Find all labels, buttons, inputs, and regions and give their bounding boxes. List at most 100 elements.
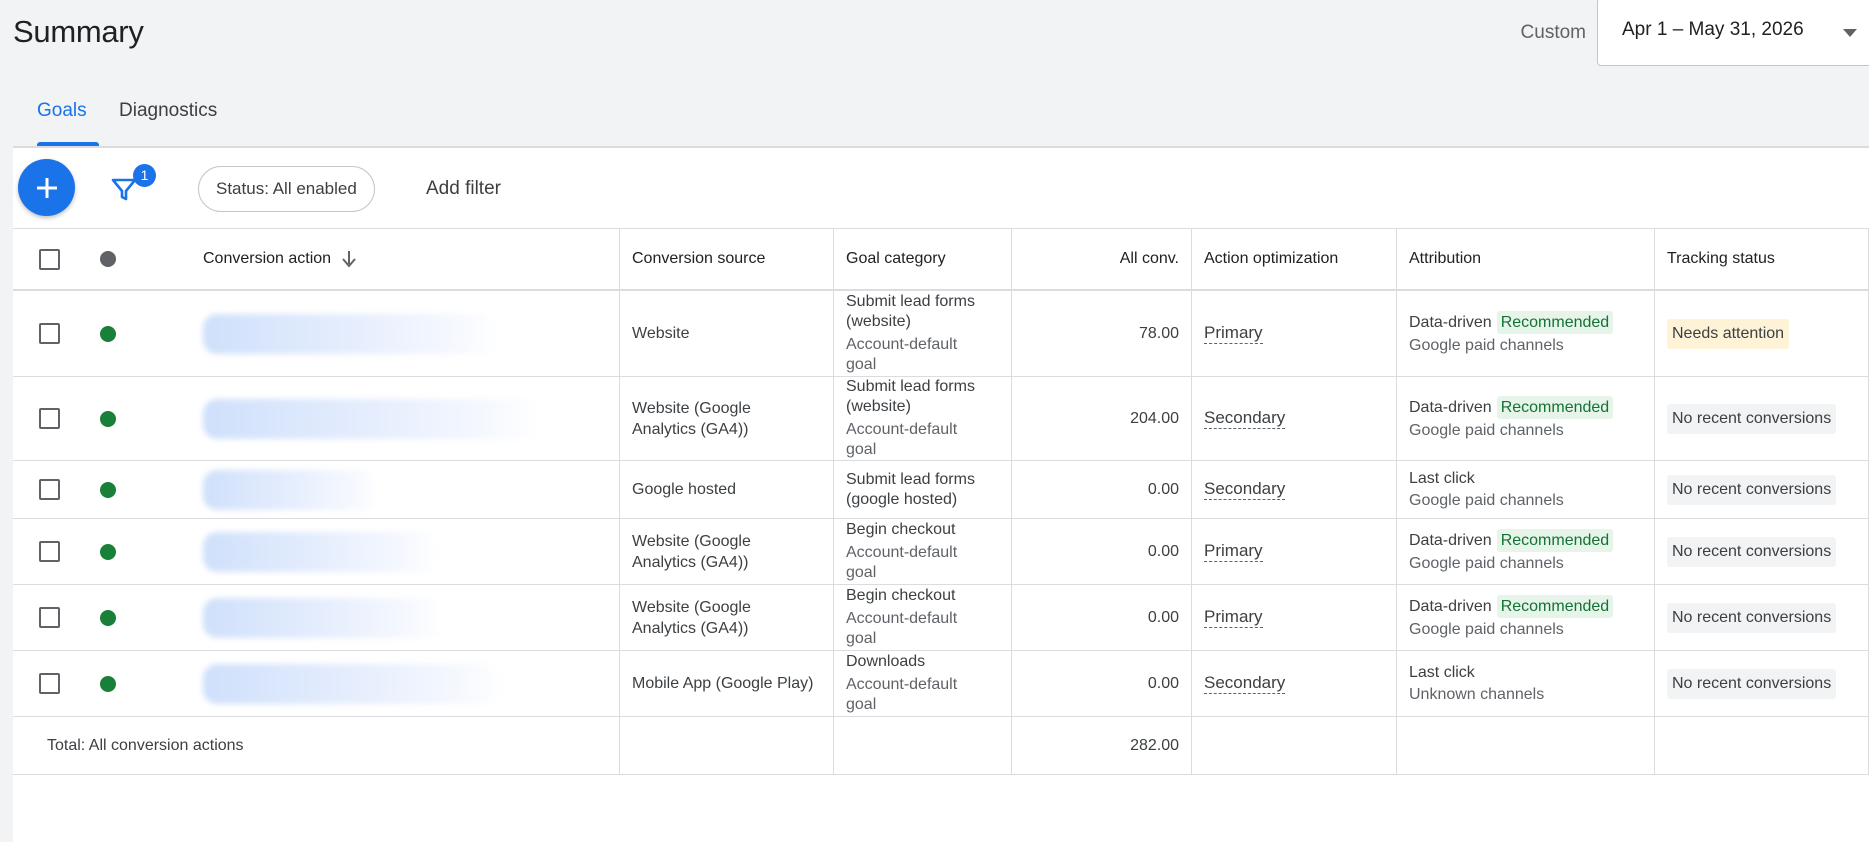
all-conv-cell: 0.00 (1012, 651, 1192, 716)
conversion-source-cell: Website (Google Analytics (GA4)) (620, 519, 834, 584)
optimization-link[interactable]: Primary (1204, 323, 1263, 344)
action-optimization-cell: Secondary (1192, 377, 1397, 460)
tracking-status-badge[interactable]: No recent conversions (1667, 474, 1837, 505)
conversion-source-cell: Website (620, 291, 834, 376)
row-checkbox[interactable] (38, 479, 60, 500)
row-checkbox[interactable] (38, 323, 60, 344)
column-header-conversion-action[interactable]: Conversion action (135, 229, 620, 289)
all-conv-cell: 0.00 (1012, 519, 1192, 584)
table-row[interactable]: Website (Google Analytics (GA4)) Begin che… (13, 519, 1869, 585)
goal-category-text: Begin checkout (846, 521, 956, 538)
caret-down-icon (1843, 29, 1857, 37)
table-row[interactable]: Website Submit lead forms (website) Account… (13, 291, 1869, 377)
goal-default-text: Account-default (846, 421, 958, 438)
column-header-action-optimization[interactable]: Action optimization (1192, 229, 1397, 289)
total-empty-cell (1192, 717, 1397, 774)
attribution-cell: Data-driven Recommended Google paid channe… (1397, 377, 1655, 460)
conversion-source-text: Analytics (GA4)) (632, 553, 749, 571)
table-row[interactable]: Google hosted Submit lead forms (google ho… (13, 461, 1869, 519)
status-filter-chip[interactable]: Status: All enabled (198, 166, 375, 212)
column-header-all-conv[interactable]: All conv. (1012, 229, 1192, 289)
row-select-cell (13, 651, 85, 716)
goal-default-text: goal (846, 441, 877, 458)
attribution-model: Data-driven (1409, 314, 1492, 331)
optimization-link[interactable]: Secondary (1204, 673, 1286, 694)
conversion-source-text: Website (632, 325, 690, 342)
conversion-action-cell (135, 461, 620, 518)
tab-goals[interactable]: Goals (15, 100, 109, 146)
goal-default-text: Account-default (846, 544, 958, 561)
optimization-link[interactable]: Secondary (1204, 408, 1286, 429)
optimization-link[interactable]: Primary (1204, 541, 1263, 562)
attribution-channels: Google paid channels (1409, 555, 1564, 572)
enabled-status-icon (100, 543, 116, 560)
total-all-conv: 282.00 (1012, 717, 1192, 774)
select-all-checkbox[interactable] (38, 248, 60, 270)
row-checkbox[interactable] (38, 541, 60, 562)
filter-button[interactable]: 1 (105, 164, 156, 208)
conversion-source-cell: Website (Google Analytics (GA4)) (620, 585, 834, 650)
column-header-goal-category[interactable]: Goal category (834, 229, 1012, 289)
goal-default-text: Account-default (846, 336, 958, 353)
table-row[interactable]: Website (Google Analytics (GA4)) Submit le… (13, 377, 1869, 461)
tracking-status-badge[interactable]: No recent conversions (1667, 668, 1837, 699)
optimization-link[interactable]: Secondary (1204, 479, 1286, 500)
column-header-tracking-status[interactable]: Tracking status (1655, 229, 1869, 289)
add-filter-button[interactable]: Add filter (426, 178, 501, 200)
column-header-attribution[interactable]: Attribution (1397, 229, 1655, 289)
row-checkbox[interactable] (38, 673, 60, 694)
tracking-status-badge[interactable]: No recent conversions (1667, 403, 1837, 434)
row-checkbox[interactable] (38, 607, 60, 628)
date-preset-label: Custom (1520, 22, 1586, 43)
goal-default-text: Account-default (846, 610, 958, 627)
row-status-cell (85, 651, 135, 716)
goal-category-text: (website) (846, 313, 911, 330)
enabled-status-icon (100, 325, 116, 342)
table-header-row: Conversion action Conversion source Goal… (13, 229, 1869, 291)
goal-category-cell: Begin checkout Account-default goal (834, 585, 1012, 650)
action-optimization-cell: Secondary (1192, 651, 1397, 716)
enabled-status-icon (100, 675, 116, 692)
add-conversion-button[interactable] (18, 159, 75, 216)
attribution-model: Last click (1409, 470, 1475, 487)
row-select-cell (13, 377, 85, 460)
row-checkbox[interactable] (38, 408, 60, 429)
conversion-source-text: Google hosted (632, 481, 737, 498)
total-label: Total: All conversion actions (13, 717, 620, 774)
redacted-conversion-name[interactable] (203, 531, 438, 572)
table-row[interactable]: Website (Google Analytics (GA4)) Begin che… (13, 585, 1869, 651)
page-title: Summary (13, 14, 144, 49)
redacted-conversion-name[interactable] (203, 313, 498, 354)
redacted-conversion-name[interactable] (203, 469, 378, 510)
optimization-link[interactable]: Primary (1204, 607, 1263, 628)
goal-category-cell: Submit lead forms (website) Account-defaul… (834, 291, 1012, 376)
enabled-status-icon (100, 481, 116, 498)
conversion-source-text: Website (Google (632, 598, 751, 616)
table-row[interactable]: Mobile App (Google Play) Downloads Account… (13, 651, 1869, 717)
conversion-action-cell (135, 585, 620, 650)
redacted-conversion-name[interactable] (203, 663, 503, 704)
redacted-conversion-name[interactable] (203, 597, 443, 638)
column-header-conversion-source[interactable]: Conversion source (620, 229, 834, 289)
row-status-cell (85, 291, 135, 376)
goal-category-text: (website) (846, 398, 911, 415)
row-status-cell (85, 585, 135, 650)
goal-default-text: Account-default (846, 676, 958, 693)
tracking-status-badge[interactable]: No recent conversions (1667, 536, 1837, 567)
conversion-source-cell: Mobile App (Google Play) (620, 651, 834, 716)
row-select-cell (13, 585, 85, 650)
conversion-source-text: Mobile App (Google Play) (632, 675, 814, 692)
tab-diagnostics[interactable]: Diagnostics (97, 100, 239, 146)
status-column-header (85, 229, 135, 289)
all-conv-cell: 204.00 (1012, 377, 1192, 460)
tracking-status-badge[interactable]: No recent conversions (1667, 602, 1837, 633)
date-range-picker[interactable]: Apr 1 – May 31, 2026 (1597, 0, 1869, 66)
conversion-source-text: Analytics (GA4)) (632, 619, 749, 637)
enabled-status-icon (100, 410, 116, 427)
conversion-source-text: Website (Google (632, 532, 751, 550)
goal-category-text: Begin checkout (846, 587, 956, 604)
conversion-action-cell (135, 291, 620, 376)
tracking-status-badge[interactable]: Needs attention (1667, 318, 1790, 349)
attribution-model: Last click (1409, 664, 1475, 681)
redacted-conversion-name[interactable] (203, 398, 538, 439)
